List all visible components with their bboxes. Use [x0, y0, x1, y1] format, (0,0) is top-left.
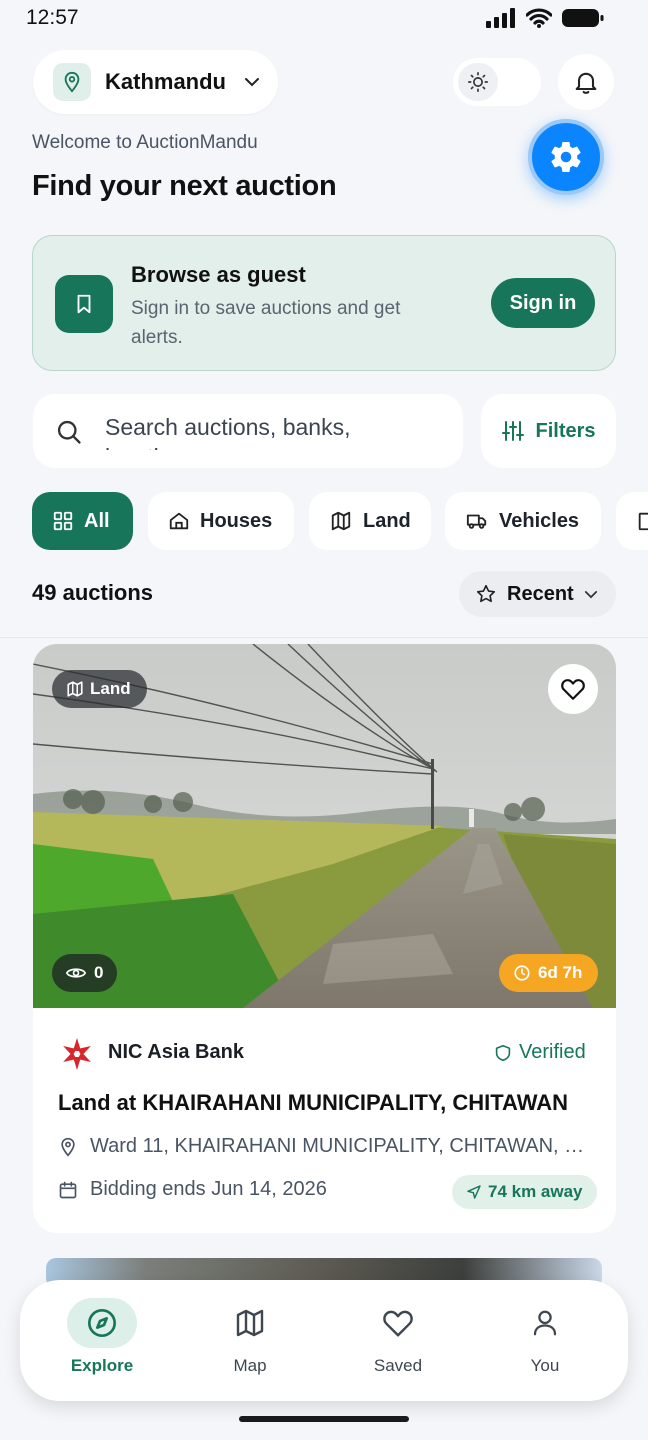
- gear-icon: [551, 142, 581, 172]
- search-placeholder: Search auctions, banks, locations: [105, 414, 351, 450]
- status-time: 12:57: [26, 6, 79, 29]
- location-name: Kathmandu: [105, 69, 226, 94]
- search-input[interactable]: Search auctions, banks, locations: [33, 394, 463, 468]
- chip-houses-label: Houses: [200, 509, 273, 532]
- bell-icon: [575, 72, 597, 94]
- page-title: Find your next auction: [32, 170, 337, 202]
- signal-icon: [486, 8, 515, 28]
- welcome-text: Welcome to AuctionMandu: [32, 132, 258, 153]
- nav-saved-label: Saved: [373, 1356, 423, 1375]
- grid-icon: [53, 511, 73, 531]
- heart-icon: [363, 1298, 433, 1348]
- type-badge-label: Land: [90, 679, 131, 698]
- bottom-nav: Explore Map Saved You: [20, 1280, 628, 1401]
- chip-all-label: All: [84, 509, 110, 532]
- star-icon: [476, 584, 496, 603]
- divider: [0, 637, 648, 638]
- distance-text: 74 km away: [488, 1182, 583, 1201]
- time-left: 6d 7h: [538, 963, 583, 982]
- settings-button[interactable]: [528, 119, 604, 195]
- bank-name: NIC Asia Bank: [108, 1041, 244, 1063]
- chevron-down-icon: [245, 78, 259, 87]
- guest-banner: Browse as guest Sign in to save auctions…: [32, 235, 616, 371]
- location-selector[interactable]: Kathmandu: [33, 50, 278, 114]
- views-badge: 0: [52, 954, 118, 992]
- filters-button[interactable]: Filters: [481, 394, 616, 468]
- nav-explore[interactable]: Explore: [32, 1298, 172, 1376]
- results-count: 49 auctions: [32, 580, 154, 605]
- verified-label: Verified: [519, 1041, 586, 1063]
- nav-explore-label: Explore: [70, 1356, 134, 1375]
- sort-label: Recent: [507, 582, 574, 605]
- navigation-icon: [467, 1185, 481, 1199]
- battery-icon: [562, 9, 604, 27]
- nav-you-label: You: [530, 1356, 560, 1375]
- heart-icon: [561, 679, 585, 700]
- nav-you[interactable]: You: [475, 1298, 615, 1376]
- chevron-down-icon: [584, 590, 597, 598]
- filters-label: Filters: [535, 419, 596, 442]
- notifications-button[interactable]: [558, 54, 614, 110]
- clock-icon: [514, 965, 530, 981]
- category-chips: All Houses Land Vehicles: [32, 492, 648, 550]
- sliders-icon: [502, 421, 525, 441]
- theme-toggle[interactable]: [453, 58, 541, 106]
- location-pin-icon: [53, 63, 91, 101]
- map-icon: [331, 511, 351, 531]
- time-left-badge: 6d 7h: [499, 954, 599, 992]
- auction-title: Land at KHAIRAHANI MUNICIPALITY, CHITAWA…: [58, 1090, 569, 1115]
- calendar-icon: [59, 1181, 77, 1198]
- auction-address: Ward 11, KHAIRAHANI MUNICIPALITY, CHITAW…: [58, 1135, 598, 1158]
- search-icon: [57, 420, 81, 444]
- building-icon: [638, 512, 648, 531]
- chip-land[interactable]: Land: [309, 492, 431, 550]
- type-badge: Land: [52, 670, 147, 708]
- map-icon: [67, 681, 83, 697]
- status-icons: [486, 8, 604, 28]
- distance-badge: 74 km away: [452, 1175, 597, 1209]
- sign-in-button[interactable]: Sign in: [491, 278, 595, 328]
- favorite-button[interactable]: [548, 664, 598, 714]
- chip-vehicles-label: Vehicles: [499, 509, 580, 532]
- sort-button[interactable]: Recent: [459, 571, 616, 617]
- bank-logo-icon: [63, 1038, 91, 1070]
- chip-houses[interactable]: Houses: [148, 492, 294, 550]
- user-icon: [510, 1298, 580, 1348]
- compass-icon: [67, 1298, 137, 1348]
- auction-address-text: Ward 11, KHAIRAHANI MUNICIPALITY, CHITAW…: [90, 1135, 598, 1157]
- bidding-end-text: Bidding ends Jun 14, 2026: [90, 1178, 327, 1200]
- bookmark-icon: [55, 275, 113, 333]
- shield-icon: [495, 1044, 511, 1061]
- home-indicator: [239, 1416, 409, 1422]
- eye-icon: [66, 968, 86, 978]
- guest-banner-title: Browse as guest: [131, 262, 306, 287]
- auction-card[interactable]: Land 0 6d 7h NIC Asia Bank Verified Land…: [33, 644, 616, 1233]
- wifi-icon: [526, 8, 552, 28]
- verified-badge: Verified: [495, 1041, 586, 1064]
- nav-saved[interactable]: Saved: [328, 1298, 468, 1376]
- chip-all[interactable]: All: [32, 492, 133, 550]
- nav-map-label: Map: [233, 1356, 267, 1375]
- nav-map[interactable]: Map: [180, 1298, 320, 1376]
- map-icon: [215, 1298, 285, 1348]
- chip-vehicles[interactable]: Vehicles: [445, 492, 601, 550]
- house-icon: [169, 512, 189, 530]
- chip-land-label: Land: [363, 509, 411, 532]
- location-pin-icon: [61, 1137, 75, 1157]
- guest-banner-subtitle: Sign in to save auctions and get alerts.: [131, 298, 401, 348]
- bidding-end: Bidding ends Jun 14, 2026: [58, 1178, 327, 1201]
- sun-icon: [458, 63, 498, 101]
- views-count: 0: [94, 963, 104, 982]
- chip-more[interactable]: [616, 492, 648, 550]
- truck-icon: [466, 514, 487, 529]
